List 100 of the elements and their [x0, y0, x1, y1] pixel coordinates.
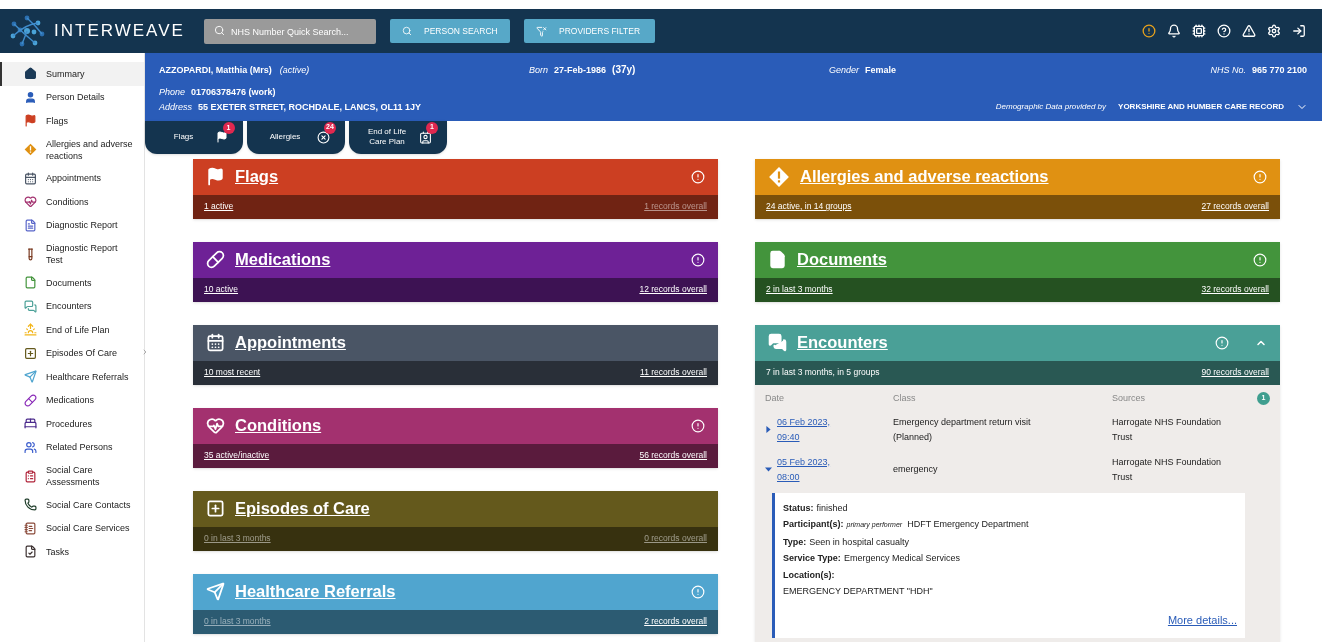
file-check-icon: [24, 545, 37, 559]
sidebar-item[interactable]: End of Life Plan: [0, 318, 144, 342]
info-icon[interactable]: [691, 418, 705, 433]
field-value: Seen in hospital casualty: [809, 535, 909, 549]
alert-icon[interactable]: [1142, 24, 1156, 38]
card-title-link[interactable]: Appointments: [235, 330, 346, 355]
summary-link[interactable]: 0 in last 3 months: [204, 532, 271, 545]
sidebar-item[interactable]: Medications: [0, 388, 144, 412]
help-icon[interactable]: [1217, 24, 1231, 38]
warning-diamond-icon: [768, 165, 790, 188]
plus-square-icon: [206, 499, 225, 518]
summary-link[interactable]: 1 records overall: [644, 200, 707, 213]
age-value: (37y): [612, 63, 636, 77]
info-icon[interactable]: [691, 169, 705, 184]
summary-link[interactable]: 27 records overall: [1201, 200, 1269, 213]
address-value: 55 EXETER STREET, ROCHDALE, LANCS, OL11 1JY: [198, 101, 422, 114]
heart-pulse-icon: [24, 195, 37, 209]
card-title-link[interactable]: Conditions: [235, 413, 322, 438]
sidebar-item[interactable]: Social Care Services: [0, 516, 144, 540]
notebook-icon: [24, 521, 37, 535]
quick-search-field[interactable]: NHS Number Quick Search...: [204, 19, 376, 45]
house-icon: [24, 67, 37, 81]
sidebar-item[interactable]: Conditions: [0, 190, 144, 214]
warning-icon[interactable]: [1242, 24, 1256, 38]
caret-right-icon[interactable]: [765, 426, 774, 433]
calendar-icon: [206, 333, 225, 352]
column-header: Date: [765, 391, 785, 405]
clipboard-icon: [24, 469, 37, 483]
sidebar-item[interactable]: Person Details: [0, 85, 144, 109]
send-icon: [206, 582, 225, 601]
table-cell: Emergency department return visit (Planned): [893, 416, 1031, 442]
collapse-handle-icon[interactable]: [141, 348, 149, 356]
sidebar-item[interactable]: Summary: [0, 62, 144, 86]
brand-name: INTERWEAVE: [54, 20, 186, 43]
filter-off-icon: [536, 25, 547, 37]
summary-link[interactable]: 90 records overall: [1201, 366, 1269, 379]
summary-link[interactable]: 56 records overall: [639, 449, 707, 462]
sidebar-item[interactable]: Diagnostic Report Test: [0, 237, 144, 271]
sunrise-icon: [24, 323, 37, 337]
settings-icon[interactable]: [1267, 24, 1281, 38]
card-title-link[interactable]: Episodes of Care: [235, 496, 370, 521]
document-icon: [24, 276, 37, 290]
bed-icon: [24, 417, 37, 431]
bell-icon[interactable]: [1167, 24, 1181, 38]
date-link[interactable]: 05 Feb 2023, 08:00: [777, 454, 841, 485]
sidebar-item[interactable]: Healthcare Referrals: [0, 365, 144, 389]
sidebar-item[interactable]: Encounters: [0, 294, 144, 318]
address-label: Address: [159, 101, 193, 114]
people-icon: [24, 440, 37, 454]
sidebar-item[interactable]: Allergies and adverse reactions: [0, 132, 144, 167]
sidebar-item[interactable]: Tasks: [0, 540, 144, 564]
plus-square-icon: [24, 346, 37, 360]
flag-icon: [206, 167, 225, 186]
summary-link[interactable]: 32 records overall: [1201, 283, 1269, 296]
report-icon: [24, 218, 37, 232]
cross-circle-icon: [317, 130, 330, 144]
sidebar-item[interactable]: Procedures: [0, 412, 144, 436]
info-icon[interactable]: [691, 252, 705, 267]
date-link[interactable]: 06 Feb 2023, 09:40: [777, 414, 841, 445]
contact-card-icon: [419, 130, 432, 144]
chip-icon[interactable]: [1192, 24, 1206, 38]
patient-status: (active): [279, 64, 310, 77]
gender-label: Gender: [829, 64, 860, 77]
sidebar-item[interactable]: Documents: [0, 271, 144, 295]
phone-value: 01706378476 (work): [191, 85, 276, 99]
summary-link[interactable]: 24 active, in 14 groups: [766, 200, 852, 213]
field-label: Type:: [783, 535, 807, 549]
field-value: finished: [816, 501, 848, 515]
field-label: Location(s):: [783, 568, 836, 582]
card-title-link[interactable]: Documents: [797, 247, 887, 272]
document-icon: [768, 250, 787, 269]
sidebar-item[interactable]: Social Care Assessments: [0, 459, 144, 493]
nhs-label: NHS No.: [1210, 64, 1246, 77]
caret-down-icon[interactable]: [765, 466, 774, 473]
summary-link[interactable]: 2 in last 3 months: [766, 283, 833, 296]
summary-link[interactable]: 1 active: [204, 200, 234, 213]
sidebar-item[interactable]: Diagnostic Report: [0, 213, 144, 237]
sidebar-item[interactable]: Appointments: [0, 166, 144, 190]
summary-link[interactable]: 35 active/inactive: [204, 449, 270, 462]
sidebar-item[interactable]: Related Persons: [0, 435, 144, 459]
table-cell-text: Harrogate NHS Foundation Trust: [1112, 415, 1223, 444]
provider-label: Demographic Data provided by: [995, 100, 1107, 113]
born-value: 27-Feb-1986: [554, 64, 607, 77]
card-title-link[interactable]: Medications: [235, 247, 331, 272]
sign-out-icon[interactable]: [1292, 24, 1306, 38]
flag-icon: [215, 131, 228, 143]
summary-link[interactable]: 10 active: [204, 283, 239, 296]
send-icon: [24, 370, 37, 384]
summary-link[interactable]: 11 records overall: [640, 366, 707, 379]
info-icon[interactable]: [1253, 252, 1267, 267]
sidebar-item[interactable]: Social Care Contacts: [0, 493, 144, 517]
summary-link[interactable]: 2 records overall: [644, 615, 707, 628]
more-details-link[interactable]: More details...: [1167, 611, 1237, 628]
card-title-link[interactable]: Flags: [235, 164, 279, 189]
sidebar-item[interactable]: Episodes Of Care: [0, 341, 144, 365]
sidebar-item[interactable]: Flags: [0, 109, 144, 133]
summary-link[interactable]: 12 records overall: [639, 283, 707, 296]
field-value: HDFT Emergency Department: [907, 518, 1029, 531]
summary-link[interactable]: 0 records overall: [644, 532, 707, 545]
summary-link[interactable]: 10 most recent: [204, 366, 261, 379]
